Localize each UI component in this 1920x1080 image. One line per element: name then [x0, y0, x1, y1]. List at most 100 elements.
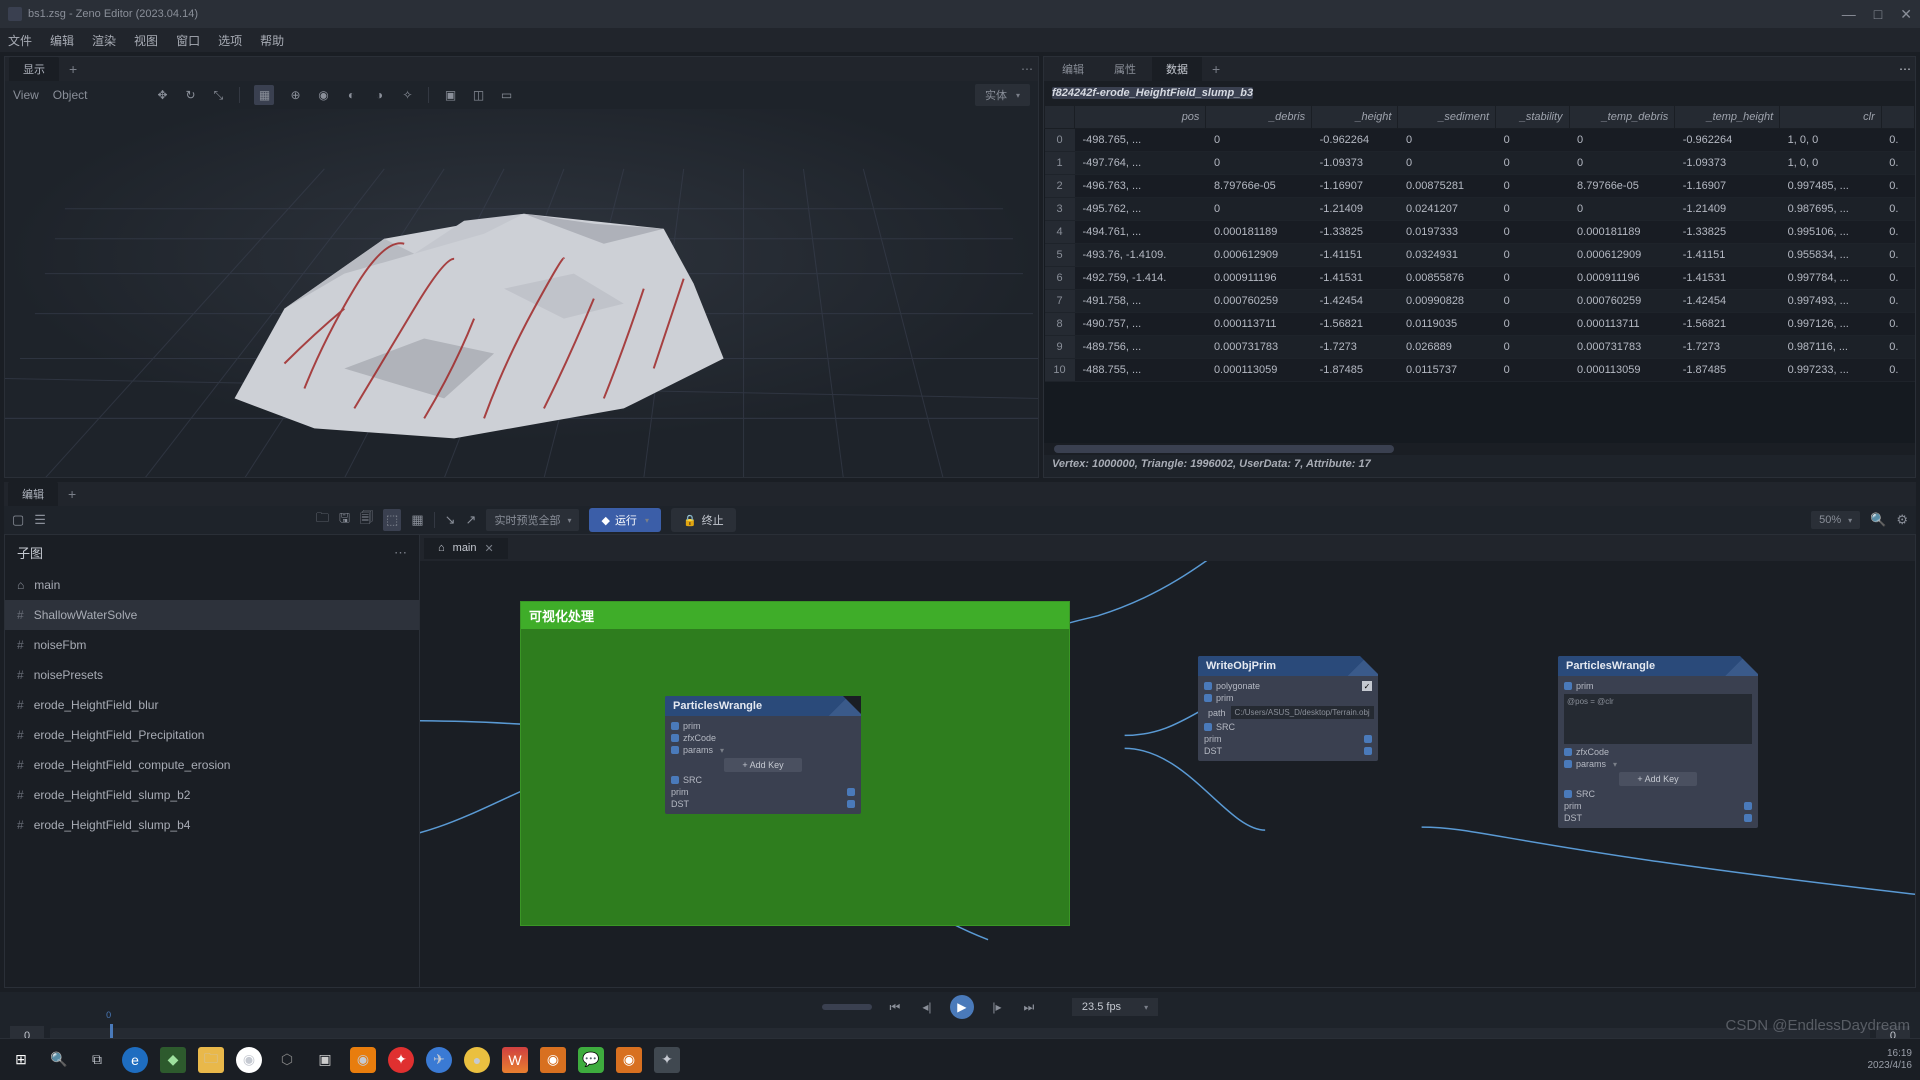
polygonate-checkbox[interactable]: ✓ [1362, 681, 1372, 691]
horizontal-scrollbar[interactable] [1044, 443, 1915, 455]
play-button[interactable]: ▶ [950, 995, 974, 1019]
object-mode-btn[interactable]: Object [53, 88, 88, 102]
add-editor-tab[interactable]: + [60, 483, 84, 505]
saveall-icon[interactable]: 🗐 [360, 509, 373, 531]
houdini-icon-1[interactable]: ◉ [540, 1047, 566, 1073]
run-button[interactable]: ◆ 运行 [589, 508, 660, 532]
zeno-icon[interactable]: W [502, 1047, 528, 1073]
data-tab-edit[interactable]: 编辑 [1048, 57, 1098, 81]
subgraph-item[interactable]: #erode_HeightField_Precipitation [5, 720, 419, 750]
node-particleswrangle-2[interactable]: ParticlesWrangle prim @pos = @clr zfxCod… [1558, 656, 1758, 828]
data-tab-attr[interactable]: 属性 [1100, 57, 1150, 81]
viewport-tab-menu[interactable]: ⋯ [1021, 62, 1034, 76]
search-icon[interactable]: 🔍 [46, 1047, 72, 1073]
col-header[interactable]: clr [1780, 106, 1882, 129]
data-tab-data[interactable]: 数据 [1152, 57, 1202, 81]
app-icon-3[interactable]: ✦ [388, 1047, 414, 1073]
app-icon-6[interactable]: ✦ [654, 1047, 680, 1073]
menu-options[interactable]: 选项 [218, 32, 242, 49]
layout-icon[interactable]: ▢ [12, 512, 24, 528]
table-row[interactable]: 7-491.758, ...0.000760259-1.424540.00990… [1045, 290, 1915, 313]
subgraph-item[interactable]: #noisePresets [5, 660, 419, 690]
table-row[interactable]: 9-489.756, ...0.000731783-1.72730.026889… [1045, 336, 1915, 359]
subgraph-menu[interactable]: ⋯ [394, 545, 407, 561]
goto-end-icon[interactable]: ⏭ [1020, 998, 1038, 1016]
subgraph-item[interactable]: #noiseFbm [5, 630, 419, 660]
subgraph-item[interactable]: ⌂main [5, 570, 419, 600]
app-icon-4[interactable]: ✈ [426, 1047, 452, 1073]
subgraph-item[interactable]: #erode_HeightField_compute_erosion [5, 750, 419, 780]
zoom-dropdown[interactable]: 50% [1811, 511, 1860, 529]
table-row[interactable]: 8-490.757, ...0.000113711-1.568210.01190… [1045, 313, 1915, 336]
system-tray[interactable]: 16:19 2023/4/16 [1868, 1048, 1913, 1072]
shade-points-icon[interactable]: ◉ [316, 88, 330, 102]
col-header[interactable] [1881, 106, 1914, 129]
table-row[interactable]: 4-494.761, ...0.000181189-1.338250.01973… [1045, 221, 1915, 244]
stepout-icon[interactable]: ↗ [466, 512, 477, 528]
menu-file[interactable]: 文件 [8, 32, 32, 49]
wechat-icon[interactable]: 💬 [578, 1047, 604, 1073]
next-frame-icon[interactable]: |▸ [988, 998, 1006, 1016]
menu-edit[interactable]: 编辑 [50, 32, 74, 49]
chrome-icon[interactable]: ◉ [236, 1047, 262, 1073]
shade-flat-icon[interactable]: ◑ [372, 88, 386, 102]
col-header[interactable]: _sediment [1398, 106, 1496, 129]
table-row[interactable]: 2-496.763, ...8.79766e-05-1.169070.00875… [1045, 175, 1915, 198]
table-row[interactable]: 5-493.76, -1.4109.0.000612909-1.411510.0… [1045, 244, 1915, 267]
nav-icon[interactable]: ⬚ [383, 509, 401, 531]
app-icon-5[interactable]: ● [464, 1047, 490, 1073]
col-header[interactable]: _debris [1206, 106, 1312, 129]
menu-view[interactable]: 视图 [134, 32, 158, 49]
node-canvas[interactable]: 可视化处理 ParticlesWrangle prim zfxCode para… [420, 561, 1915, 987]
code-input[interactable]: @pos = @clr [1564, 694, 1752, 744]
snapshot-icon[interactable]: ◫ [471, 88, 485, 102]
viewport-tab-display[interactable]: 显示 [9, 57, 59, 81]
list-icon[interactable]: ☰ [34, 512, 46, 528]
col-header[interactable]: pos [1075, 106, 1206, 129]
settings-icon[interactable]: ⚙ [1896, 512, 1908, 528]
explorer-icon[interactable]: 🗀 [198, 1047, 224, 1073]
move-icon[interactable]: ✥ [155, 88, 169, 102]
menu-help[interactable]: 帮助 [260, 32, 284, 49]
path-input[interactable]: C:/Users/ASUS_D/desktop/Terrain.obj [1230, 705, 1375, 720]
range-slider[interactable] [822, 1004, 872, 1010]
windows-start-icon[interactable]: ⊞ [8, 1047, 34, 1073]
app-icon-1[interactable]: ◆ [160, 1047, 186, 1073]
app-icon-2[interactable]: ⬡ [274, 1047, 300, 1073]
subgraph-item[interactable]: #erode_HeightField_slump_b2 [5, 780, 419, 810]
col-header[interactable]: _temp_height [1675, 106, 1780, 129]
data-table-wrap[interactable]: pos_debris_height_sediment_stability_tem… [1044, 105, 1915, 443]
subgraph-item[interactable]: #ShallowWaterSolve [5, 600, 419, 630]
record-icon[interactable]: ▭ [499, 88, 513, 102]
scale-icon[interactable]: ⤡ [211, 88, 225, 102]
rotate-icon[interactable]: ↻ [183, 88, 197, 102]
save-icon[interactable]: 🖫 [339, 509, 350, 531]
stop-button[interactable]: 🔒 终止 [671, 508, 736, 532]
menu-render[interactable]: 渲染 [92, 32, 116, 49]
entity-dropdown[interactable]: 实体 [975, 84, 1030, 106]
col-header[interactable] [1045, 106, 1075, 129]
editor-tab[interactable]: 编辑 [8, 482, 58, 506]
camera-icon[interactable]: ▣ [443, 88, 457, 102]
shade-smooth-icon[interactable]: ◐ [344, 88, 358, 102]
col-header[interactable]: _stability [1496, 106, 1569, 129]
maximize-button[interactable]: □ [1874, 6, 1882, 23]
view-mode-btn[interactable]: View [13, 88, 39, 102]
table-row[interactable]: 0-498.765, ...0-0.962264000-0.9622641, 0… [1045, 129, 1915, 152]
shade-solid-icon[interactable]: ▦ [254, 85, 274, 105]
add-key-button-2[interactable]: + Add Key [1619, 772, 1696, 786]
add-viewport-tab[interactable]: + [61, 58, 85, 80]
node-particleswrangle-1[interactable]: ParticlesWrangle prim zfxCode params + A… [665, 696, 861, 814]
graph-tab-main[interactable]: ⌂ main ✕ [424, 538, 508, 559]
stepinto-icon[interactable]: ↘ [445, 512, 456, 528]
menu-window[interactable]: 窗口 [176, 32, 200, 49]
edge-icon[interactable]: e [122, 1047, 148, 1073]
table-row[interactable]: 3-495.762, ...0-1.214090.024120700-1.214… [1045, 198, 1915, 221]
shade-wire-icon[interactable]: ⊕ [288, 88, 302, 102]
3d-viewport[interactable] [5, 109, 1038, 477]
epic-icon[interactable]: ▣ [312, 1047, 338, 1073]
prev-frame-icon[interactable]: ◂| [918, 998, 936, 1016]
table-row[interactable]: 1-497.764, ...0-1.09373000-1.093731, 0, … [1045, 152, 1915, 175]
table-row[interactable]: 10-488.755, ...0.000113059-1.874850.0115… [1045, 359, 1915, 382]
blender-icon[interactable]: ◉ [350, 1047, 376, 1073]
